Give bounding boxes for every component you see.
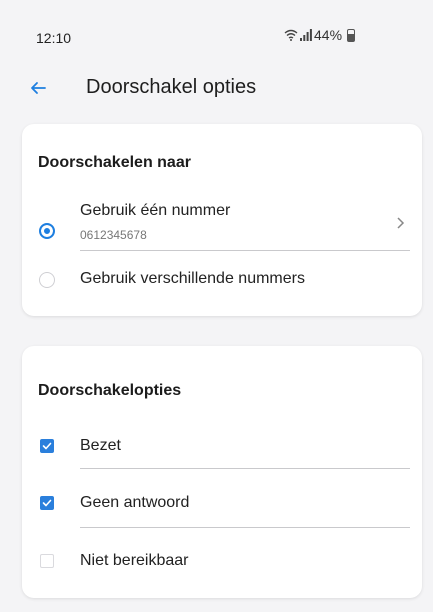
battery-percentage: 44%	[314, 27, 343, 43]
app-bar: Doorschakel opties	[0, 72, 433, 108]
status-time: 12:10	[36, 30, 72, 46]
checkbox-row-busy[interactable]: Bezet	[22, 414, 422, 470]
checkbox-row-unreachable[interactable]: Niet bereikbaar	[22, 528, 422, 590]
option-single-number[interactable]: Gebruik één nummer 0612345678	[22, 196, 422, 254]
checkbox-row-no-answer[interactable]: Geen antwoord	[22, 470, 422, 528]
checkbox-checked-icon[interactable]	[40, 439, 54, 453]
status-bar: 12:10 44%	[0, 0, 433, 76]
divider	[80, 250, 410, 251]
forward-options-heading: Doorschakelopties	[38, 382, 182, 399]
wifi-icon	[284, 29, 298, 41]
option-multiple-numbers[interactable]: Gebruik verschillende nummers	[22, 254, 422, 304]
checkbox-busy-label: Bezet	[80, 437, 121, 454]
option-single-number-label: Gebruik één nummer	[80, 202, 231, 219]
screen: 12:10 44% Doorschakel opties Doorschakel…	[0, 0, 433, 612]
checkbox-unchecked-icon[interactable]	[40, 554, 54, 568]
radio-unselected-icon[interactable]	[39, 272, 55, 288]
checkbox-no-answer-label: Geen antwoord	[80, 494, 190, 511]
checkbox-unreachable-label: Niet bereikbaar	[80, 552, 189, 569]
page-title: Doorschakel opties	[86, 76, 257, 98]
forward-to-card: Doorschakelen naar Gebruik één nummer 06…	[22, 124, 422, 316]
phone-number: 0612345678	[80, 228, 147, 242]
arrow-left-icon[interactable]	[26, 76, 50, 100]
divider	[80, 468, 410, 469]
forward-to-heading: Doorschakelen naar	[38, 154, 191, 171]
radio-selected-icon[interactable]	[39, 223, 55, 239]
status-icons: 44%	[284, 27, 356, 43]
signal-icon	[300, 29, 312, 41]
option-multiple-numbers-label: Gebruik verschillende nummers	[80, 270, 305, 287]
checkbox-checked-icon[interactable]	[40, 496, 54, 510]
chevron-right-icon[interactable]	[394, 216, 406, 230]
forward-options-card: Doorschakelopties Bezet Geen antwoord Ni…	[22, 346, 422, 598]
battery-icon	[347, 28, 356, 42]
